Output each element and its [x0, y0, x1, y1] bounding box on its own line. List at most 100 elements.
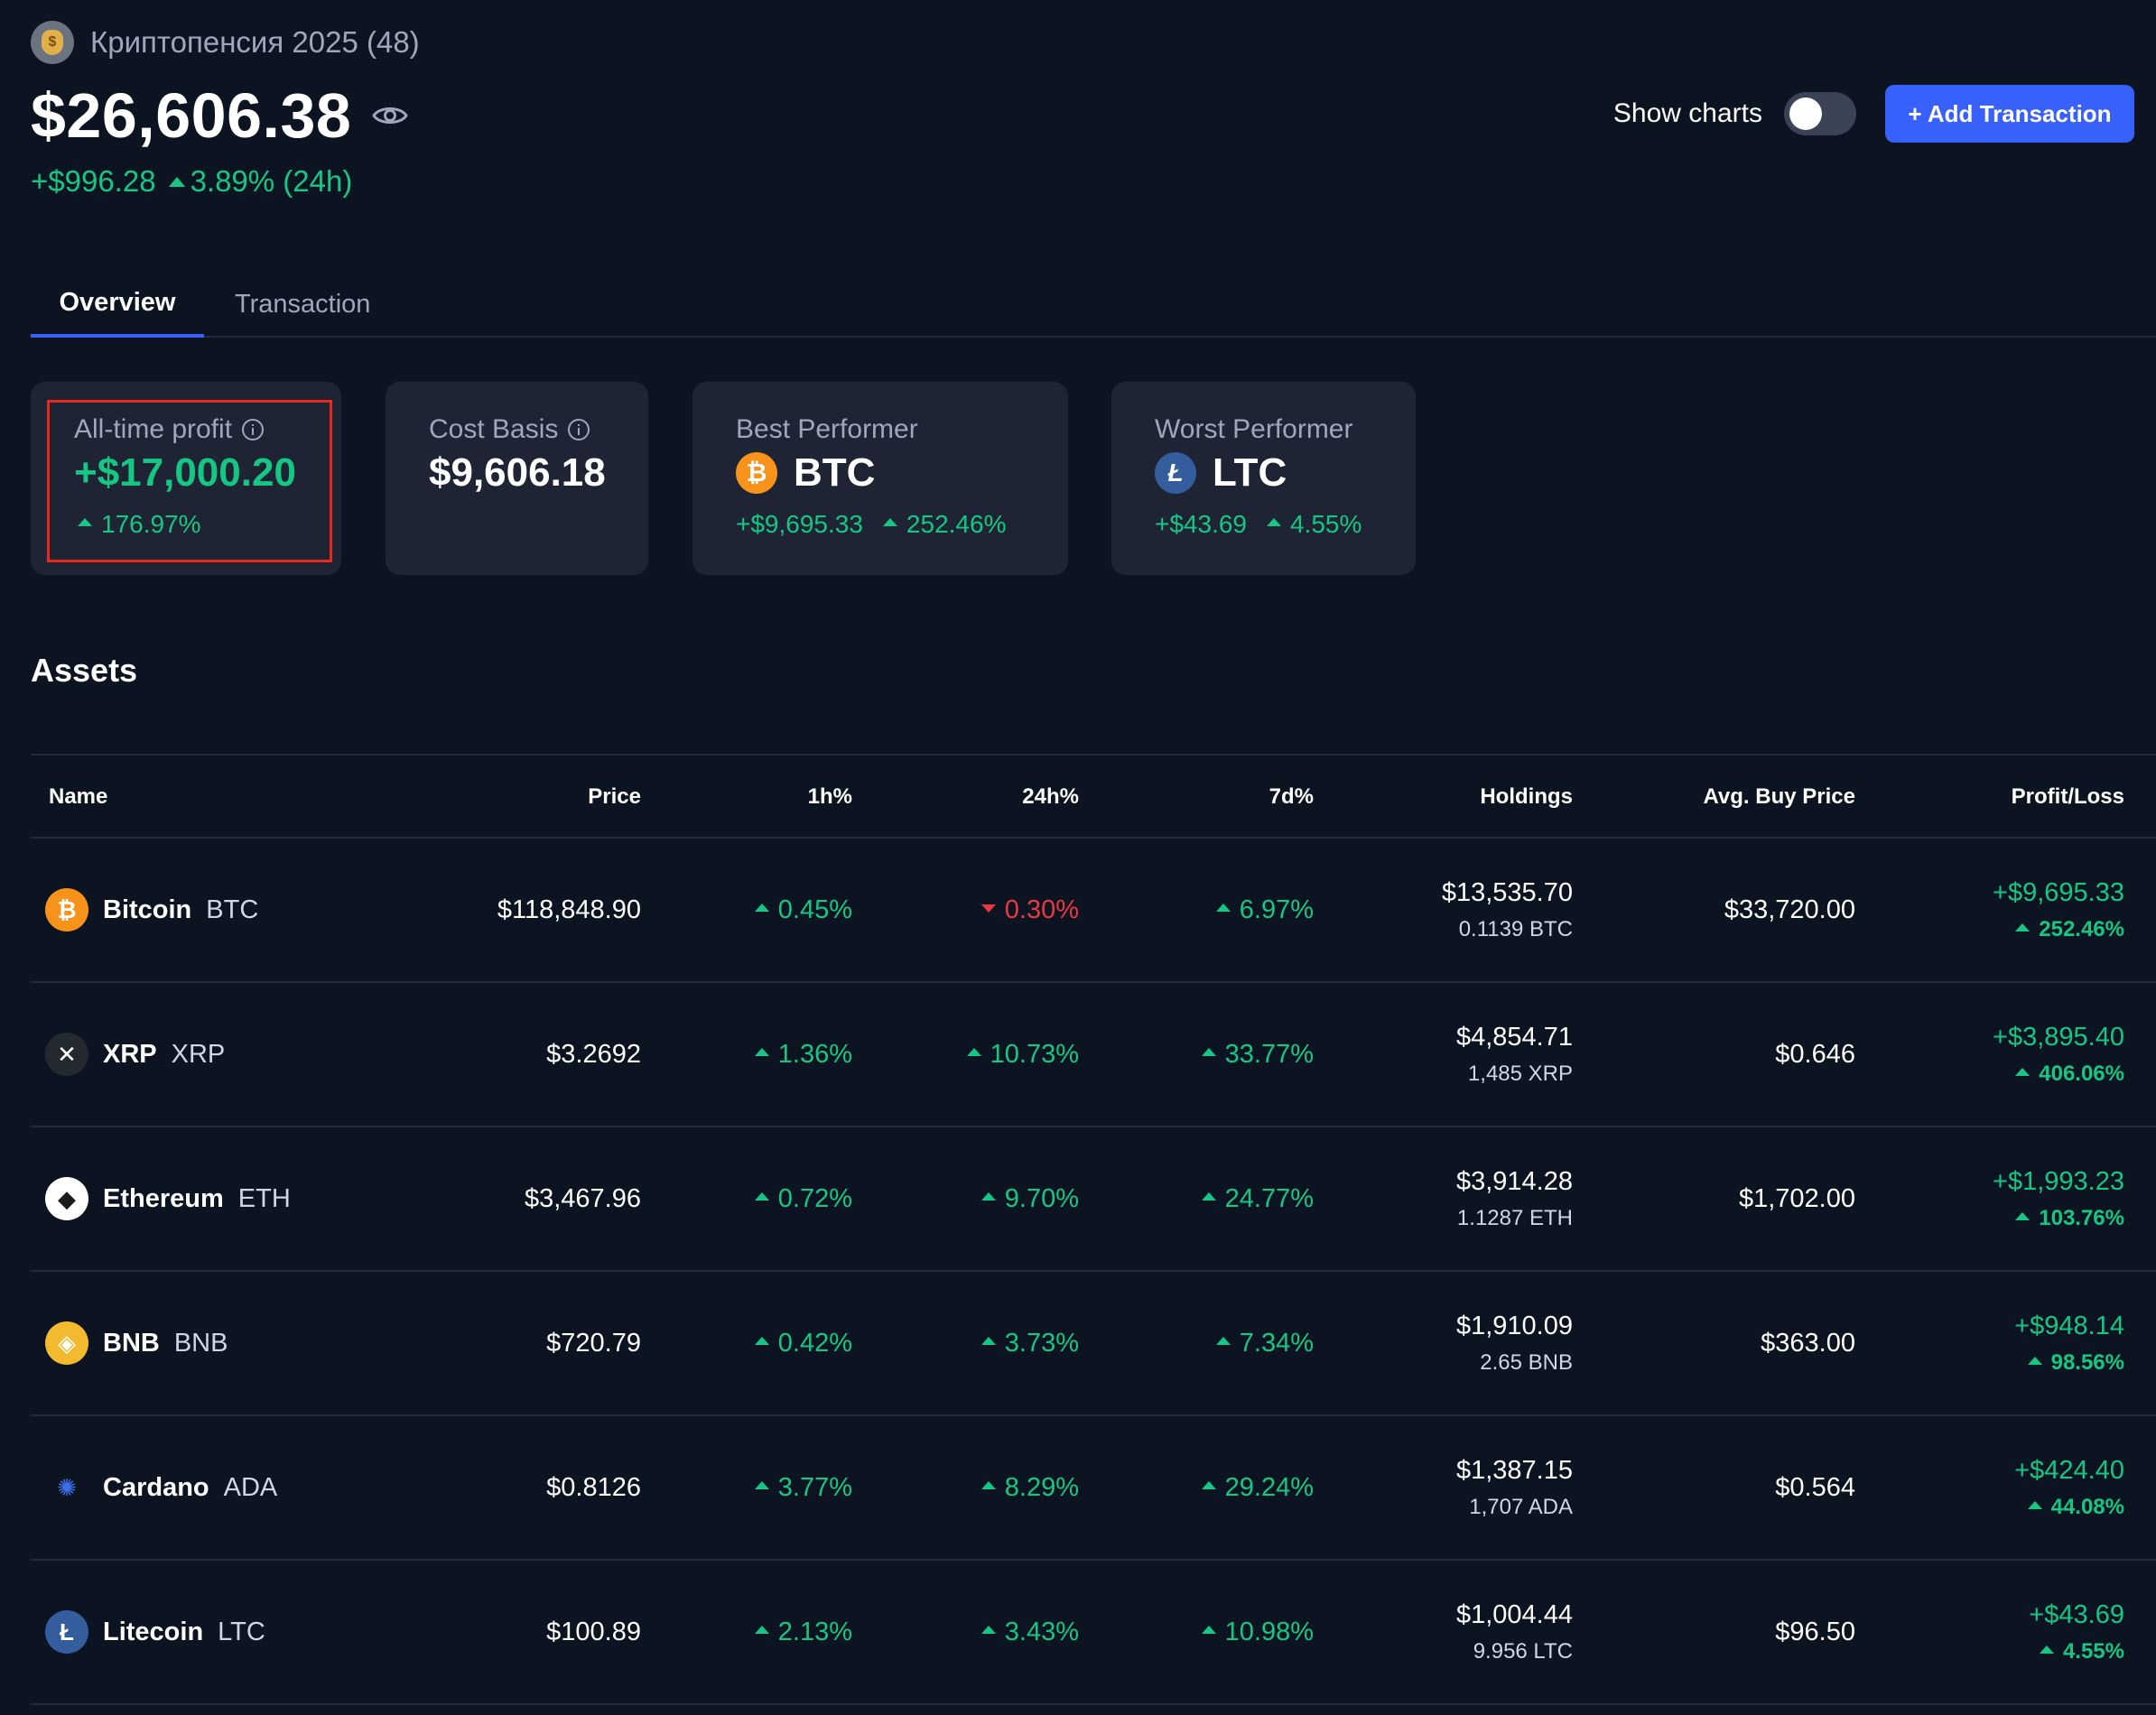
all-time-profit-pct: 176.97%	[101, 510, 201, 538]
up-arrow-icon	[1215, 1336, 1231, 1345]
col-1h[interactable]: 1h%	[808, 756, 852, 839]
best-performer-abs: +$9,695.33	[736, 510, 863, 538]
asset-change-24h: 8.29%	[980, 1416, 1079, 1559]
asset-change-1h-value: 0.72%	[777, 1183, 852, 1213]
table-row[interactable]: ◆ Ethereum ETH $3,467.96 0.72% 9.70% 24.…	[31, 1127, 2156, 1272]
table-row[interactable]: ✺ Cardano ADA $0.8126 3.77% 8.29% 29.24%…	[31, 1416, 2156, 1561]
asset-pl-pct: 4.55%	[2062, 1638, 2124, 1664]
asset-price: $3,467.96	[524, 1183, 641, 1213]
up-arrow-icon	[2015, 1067, 2031, 1076]
worst-performer-pct: 4.55%	[1290, 510, 1362, 538]
asset-symbol: BTC	[206, 895, 259, 924]
up-arrow-icon	[754, 1336, 769, 1345]
col-7d[interactable]: 7d%	[1269, 756, 1314, 839]
asset-name-cell[interactable]: Ł Litecoin LTC	[45, 1561, 265, 1703]
ethereum-icon: ◆	[45, 1177, 88, 1220]
asset-pl-value: +$43.69	[2029, 1599, 2124, 1629]
asset-pl-value: +$1,993.23	[1993, 1166, 2124, 1196]
worst-performer-card: Worst Performer Ł LTC +$43.69 4.55%	[1111, 382, 1416, 575]
col-price[interactable]: Price	[588, 756, 641, 839]
asset-holdings-value: $13,535.70	[1441, 877, 1573, 907]
asset-name-cell[interactable]: ◈ BNB BNB	[45, 1272, 228, 1414]
asset-name: Litecoin	[103, 1617, 204, 1646]
up-arrow-icon	[168, 176, 185, 187]
table-body: ₿ Bitcoin BTC $118,848.90 0.45% 0.30% 6.…	[31, 839, 2156, 1705]
asset-change-7d: 6.97%	[1215, 839, 1314, 981]
bitcoin-icon: ₿	[45, 888, 88, 932]
up-arrow-icon	[754, 1625, 769, 1634]
asset-avg-buy-price: $363.00	[1761, 1328, 1855, 1358]
up-arrow-icon	[1201, 1047, 1216, 1056]
col-profit-loss[interactable]: Profit/Loss	[2012, 756, 2124, 839]
col-holdings[interactable]: Holdings	[1480, 756, 1573, 839]
asset-pl-value: +$3,895.40	[1993, 1022, 2124, 1052]
tab-overview[interactable]: Overview	[31, 271, 204, 338]
asset-pl-value: +$424.40	[2014, 1455, 2124, 1485]
asset-name-cell[interactable]: ✕ XRP XRP	[45, 983, 225, 1126]
portfolio-selector[interactable]: $ Криптопенсия 2025 (48)	[31, 20, 420, 65]
asset-avg-buy-price: $96.50	[1775, 1617, 1855, 1646]
cost-basis-value: $9,606.18	[429, 450, 606, 495]
up-arrow-icon	[78, 517, 92, 526]
asset-name-cell[interactable]: ₿ Bitcoin BTC	[45, 839, 258, 981]
asset-holdings: $13,535.70 0.1139 BTC	[1442, 839, 1573, 981]
asset-change-24h-value: 8.29%	[1004, 1472, 1079, 1502]
asset-pl-value: +$9,695.33	[1993, 877, 2124, 907]
litecoin-icon: Ł	[45, 1610, 88, 1654]
up-arrow-icon	[1201, 1191, 1216, 1200]
up-arrow-icon	[1201, 1480, 1216, 1489]
asset-change-1h-value: 0.45%	[777, 895, 852, 924]
asset-change-24h: 9.70%	[980, 1127, 1079, 1270]
asset-pl-pct-row: 406.06%	[2015, 1061, 2124, 1087]
asset-name-cell[interactable]: ✺ Cardano ADA	[45, 1416, 277, 1559]
asset-pl-value: +$948.14	[2014, 1311, 2124, 1340]
up-arrow-icon	[754, 1047, 769, 1056]
up-arrow-icon	[966, 1047, 981, 1056]
asset-change-1h: 0.42%	[754, 1272, 852, 1414]
table-row[interactable]: ◈ BNB BNB $720.79 0.42% 3.73% 7.34% $1,9…	[31, 1272, 2156, 1416]
up-arrow-icon	[2027, 1500, 2042, 1509]
asset-change-7d-value: 10.98%	[1224, 1617, 1314, 1646]
table-header: Name Price 1h% 24h% 7d% Holdings Avg. Bu…	[31, 754, 2156, 839]
asset-name-cell[interactable]: ◆ Ethereum ETH	[45, 1127, 291, 1270]
all-time-profit-pct-row: 176.97%	[78, 510, 201, 539]
asset-pl-pct: 103.76%	[2039, 1205, 2124, 1230]
asset-change-24h: 3.73%	[980, 1272, 1079, 1414]
bitcoin-icon: ₿	[736, 452, 777, 494]
info-icon[interactable]	[567, 418, 590, 441]
asset-price: $3.2692	[546, 1039, 641, 1069]
eye-icon[interactable]	[371, 97, 409, 134]
all-time-profit-label: All-time profit	[74, 414, 233, 444]
asset-change-24h-value: 3.43%	[1004, 1617, 1079, 1646]
up-arrow-icon	[2039, 1645, 2054, 1654]
cardano-icon: ✺	[57, 1473, 77, 1501]
add-transaction-button[interactable]: + Add Transaction	[1885, 85, 2134, 143]
asset-change-1h-value: 1.36%	[777, 1039, 852, 1069]
up-arrow-icon	[754, 903, 769, 912]
col-24h[interactable]: 24h%	[1022, 756, 1079, 839]
asset-change-7d-value: 33.77%	[1224, 1039, 1314, 1069]
up-arrow-icon	[980, 1625, 996, 1634]
up-arrow-icon	[2015, 922, 2031, 932]
cost-basis-label-row: Cost Basis	[429, 414, 590, 445]
table-row[interactable]: ✕ XRP XRP $3.2692 1.36% 10.73% 33.77% $4…	[31, 983, 2156, 1127]
col-avg-buy-price[interactable]: Avg. Buy Price	[1703, 756, 1855, 839]
asset-holdings-value: $1,387.15	[1455, 1455, 1573, 1485]
info-icon[interactable]	[241, 418, 265, 441]
cost-basis-label: Cost Basis	[429, 414, 559, 444]
asset-name: Cardano	[103, 1472, 209, 1502]
asset-profit-loss: +$948.14 98.56%	[2014, 1272, 2124, 1414]
up-arrow-icon	[1215, 903, 1231, 912]
asset-holdings: $1,387.15 1,707 ADA	[1456, 1416, 1573, 1559]
asset-profit-loss: +$1,993.23 103.76%	[1993, 1127, 2124, 1270]
table-row[interactable]: Ł Litecoin LTC $100.89 2.13% 3.43% 10.98…	[31, 1561, 2156, 1705]
moneybag-icon: $	[31, 21, 74, 64]
table-row[interactable]: ₿ Bitcoin BTC $118,848.90 0.45% 0.30% 6.…	[31, 839, 2156, 983]
col-name[interactable]: Name	[49, 756, 107, 839]
asset-change-24h-value: 10.73%	[990, 1039, 1079, 1069]
tab-transaction[interactable]: Transaction	[235, 271, 370, 338]
asset-change-7d: 29.24%	[1201, 1416, 1314, 1559]
asset-profit-loss: +$3,895.40 406.06%	[1993, 983, 2124, 1126]
show-charts-toggle[interactable]	[1784, 92, 1856, 135]
up-arrow-icon	[980, 1191, 996, 1200]
